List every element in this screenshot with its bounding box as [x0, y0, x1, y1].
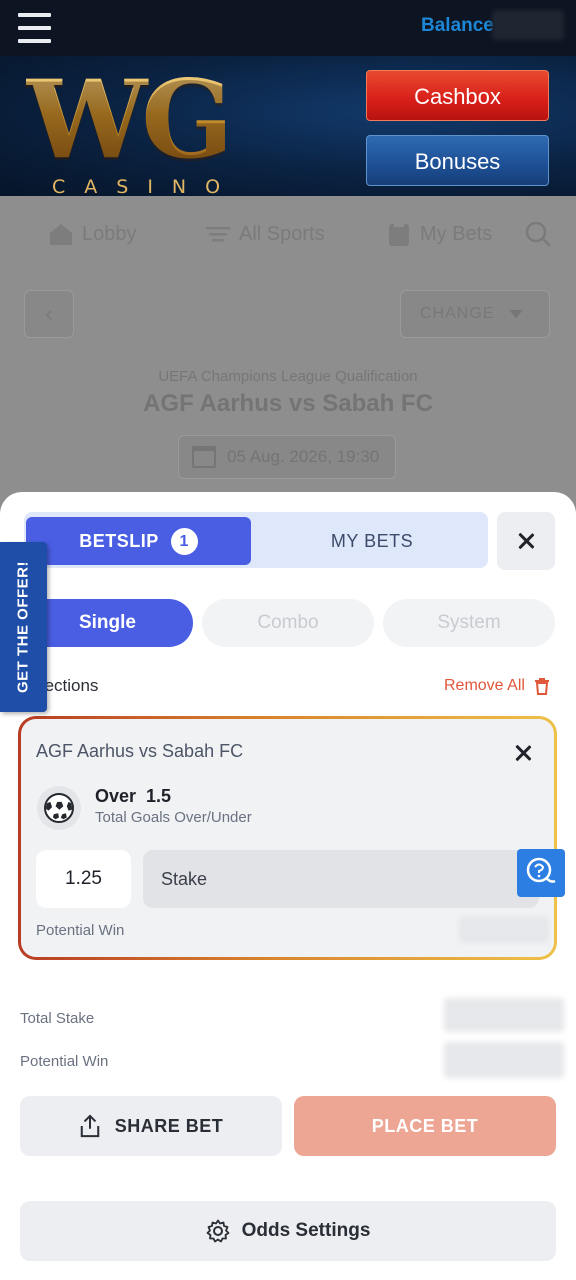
selection-outcome: Over 1.5	[95, 786, 172, 806]
selection-market: Total Goals Over/Under	[95, 809, 252, 826]
nav-my-bets[interactable]: My Bets	[386, 222, 492, 246]
nav-lobby[interactable]: Lobby	[48, 222, 137, 246]
cashbox-button[interactable]: Cashbox	[366, 70, 549, 121]
remove-all-label: Remove All	[444, 677, 525, 694]
match-title: AGF Aarhus vs Sabah FC	[143, 390, 433, 417]
search-icon[interactable]	[524, 220, 552, 248]
selection-card: AGF Aarhus vs Sabah FC Over 1.5 Total Go…	[18, 716, 557, 960]
hamburger-menu-icon[interactable]	[18, 13, 51, 43]
betslip-count-badge: 1	[170, 527, 198, 555]
chevron-down-icon	[509, 310, 523, 318]
match-datetime-text: 05 Aug. 2026, 19:30	[227, 447, 380, 466]
list-icon	[206, 227, 230, 242]
bet-type-system[interactable]: System	[383, 599, 555, 647]
wg-casino-logo[interactable]: WG CASINO	[26, 66, 241, 198]
selection-odds: 1.25	[36, 850, 131, 908]
stake-input[interactable]	[143, 850, 539, 908]
nav-all-sports[interactable]: All Sports	[205, 222, 325, 246]
share-icon	[80, 1114, 99, 1138]
balance-amount-hidden	[492, 10, 564, 40]
share-bet-button[interactable]: SHARE BET	[20, 1096, 282, 1156]
nav-lobby-label: Lobby	[82, 222, 137, 245]
selection-potential-win-label: Potential Win	[36, 922, 125, 939]
selection-match: AGF Aarhus vs Sabah FC	[36, 741, 244, 761]
bonuses-button[interactable]: Bonuses	[366, 135, 549, 186]
clipboard-icon	[389, 222, 409, 246]
remove-selection-button[interactable]	[513, 743, 533, 763]
match-league: UEFA Champions League Qualification	[158, 368, 418, 385]
total-stake-value	[444, 998, 564, 1032]
help-chat-button[interactable]	[517, 849, 565, 897]
betslip-tabbar: BETSLIP 1 MY BETS	[24, 512, 488, 568]
trash-icon	[534, 677, 549, 695]
top-bar: Balance	[0, 0, 576, 56]
back-button[interactable]: ‹	[24, 290, 74, 338]
home-icon	[50, 224, 72, 245]
match-datetime: 05 Aug. 2026, 19:30	[178, 435, 396, 479]
close-betslip-button[interactable]	[497, 512, 555, 570]
close-icon	[516, 531, 536, 551]
place-bet-button[interactable]: PLACE BET	[294, 1096, 556, 1156]
odds-settings-label: Odds Settings	[241, 1220, 371, 1241]
change-label: CHANGE	[420, 305, 495, 322]
tab-betslip-label: BETSLIP	[79, 530, 159, 551]
potential-win-label: Potential Win	[20, 1053, 109, 1070]
get-offer-tab[interactable]: GET THE OFFER!	[0, 542, 47, 712]
site-header: WG CASINO Cashbox Bonuses	[0, 56, 576, 198]
calendar-icon	[192, 446, 216, 468]
potential-win-value	[444, 1042, 564, 1078]
gear-icon	[206, 1219, 229, 1243]
soccer-ball-icon	[37, 786, 81, 830]
chevron-left-icon: ‹	[45, 301, 53, 326]
balance-label: Balance	[421, 15, 494, 36]
bet-type-combo[interactable]: Combo	[202, 599, 374, 647]
total-stake-label: Total Stake	[20, 1010, 95, 1027]
tab-betslip[interactable]: BETSLIP 1	[26, 517, 251, 565]
bet-type-single[interactable]: Single	[22, 599, 193, 647]
chat-help-icon	[526, 857, 556, 883]
logo-wordmark: WG	[26, 66, 241, 174]
nav-all-sports-label: All Sports	[239, 222, 325, 245]
selection-potential-win-value	[459, 917, 549, 943]
betslip-sheet: BETSLIP 1 MY BETS Single Combo System Se…	[0, 492, 576, 1280]
get-offer-label: GET THE OFFER!	[14, 561, 32, 693]
share-bet-label: SHARE BET	[114, 1115, 224, 1136]
tab-my-bets[interactable]: MY BETS	[272, 517, 472, 565]
nav-my-bets-label: My Bets	[420, 222, 493, 245]
change-dropdown[interactable]: CHANGE	[400, 290, 550, 338]
logo-subtext: CASINO	[52, 176, 240, 198]
odds-settings-button[interactable]: Odds Settings	[20, 1201, 556, 1261]
remove-all-button[interactable]: Remove All	[444, 677, 549, 695]
close-icon	[513, 743, 533, 763]
